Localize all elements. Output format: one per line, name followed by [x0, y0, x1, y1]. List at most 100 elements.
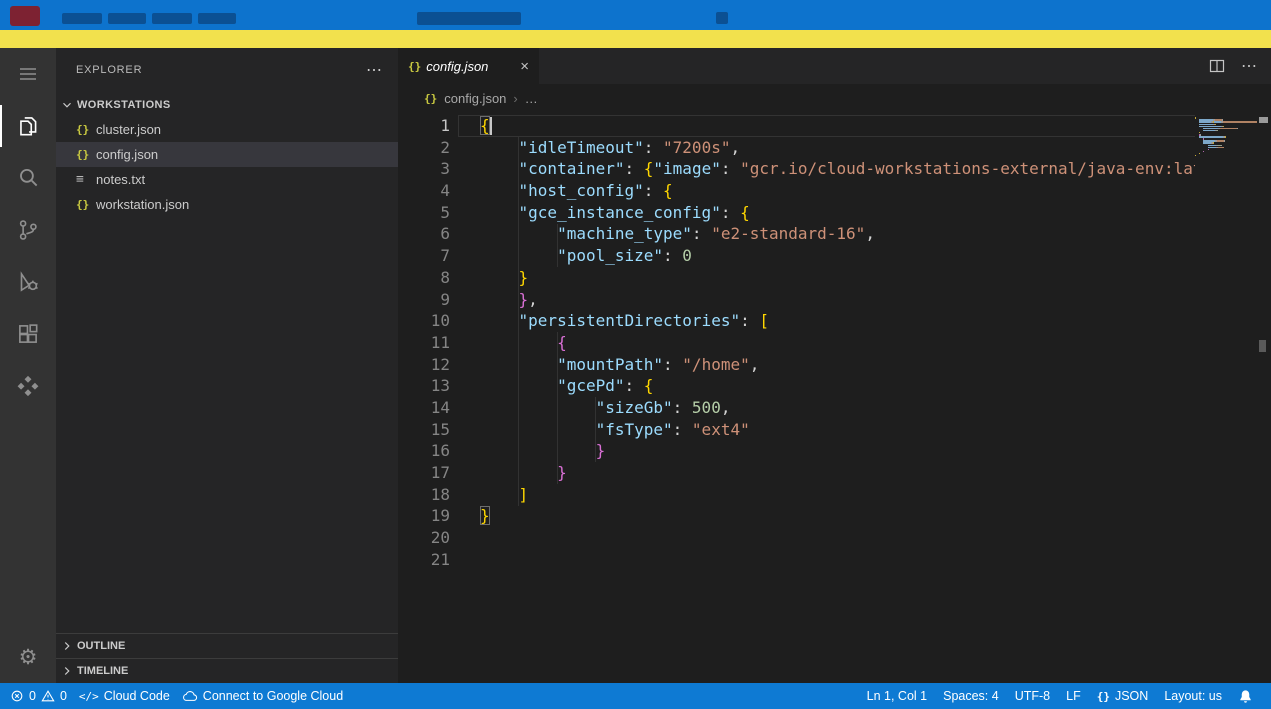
- code-line-1[interactable]: 1{: [398, 115, 1271, 137]
- activity-run-debug-button[interactable]: [0, 256, 56, 308]
- code-text: "gce_instance_config": {: [480, 202, 750, 224]
- code-line-16[interactable]: 16 }: [398, 440, 1271, 462]
- section-outline[interactable]: OUTLINE: [56, 633, 398, 658]
- titlebar-menu-text-illegible: [108, 13, 146, 24]
- activity-extensions-button[interactable]: [0, 308, 56, 360]
- activity-search-button[interactable]: [0, 152, 56, 204]
- language-mode[interactable]: {} JSON: [1089, 683, 1157, 709]
- json-file-icon: {}: [76, 198, 94, 211]
- connect-google-cloud-button[interactable]: Connect to Google Cloud: [176, 683, 349, 709]
- json-file-icon: {}: [424, 92, 437, 105]
- explorer-file-cluster.json[interactable]: {}cluster.json: [56, 117, 398, 142]
- line-number[interactable]: 16: [398, 440, 450, 462]
- line-number[interactable]: 18: [398, 484, 450, 506]
- json-file-icon: {}: [408, 60, 421, 73]
- line-number[interactable]: 6: [398, 223, 450, 245]
- cursor-position[interactable]: Ln 1, Col 1: [859, 683, 935, 709]
- editor-more-actions-icon[interactable]: ⋯: [1241, 56, 1257, 76]
- split-editor-icon[interactable]: [1209, 58, 1225, 74]
- code-line-9[interactable]: 9 },: [398, 289, 1271, 311]
- breadcrumb-more[interactable]: …: [525, 91, 538, 106]
- line-number[interactable]: 3: [398, 158, 450, 180]
- code-line-14[interactable]: 14 "sizeGb": 500,: [398, 397, 1271, 419]
- line-number[interactable]: 11: [398, 332, 450, 354]
- overview-cursor-mark: [1259, 117, 1268, 123]
- explorer-file-notes.txt[interactable]: ≡notes.txt: [56, 167, 398, 192]
- minimap[interactable]: [1195, 112, 1257, 683]
- error-icon: [10, 689, 24, 703]
- code-line-5[interactable]: 5 "gce_instance_config": {: [398, 202, 1271, 224]
- encoding-setting[interactable]: UTF-8: [1007, 683, 1058, 709]
- code-line-10[interactable]: 10 "persistentDirectories": [: [398, 310, 1271, 332]
- line-number[interactable]: 14: [398, 397, 450, 419]
- code-text: "gcePd": {: [480, 375, 653, 397]
- code-line-13[interactable]: 13 "gcePd": {: [398, 375, 1271, 397]
- overview-ruler[interactable]: [1257, 112, 1271, 683]
- explorer-file-workstation.json[interactable]: {}workstation.json: [56, 192, 398, 217]
- titlebar-title-text-illegible: [417, 12, 521, 25]
- tab-config-json[interactable]: {} config.json ×: [398, 48, 539, 84]
- code-line-19[interactable]: 19}: [398, 505, 1271, 527]
- code-text: "persistentDirectories": [: [480, 310, 769, 332]
- line-number[interactable]: 2: [398, 137, 450, 159]
- code-line-8[interactable]: 8 }: [398, 267, 1271, 289]
- line-number[interactable]: 12: [398, 354, 450, 376]
- code-line-3[interactable]: 3 "container": {"image": "gcr.io/cloud-w…: [398, 158, 1271, 180]
- code-editor[interactable]: 1{2 "idleTimeout": "7200s",3 "container"…: [398, 112, 1271, 683]
- line-number[interactable]: 21: [398, 549, 450, 571]
- yellow-banner: [0, 30, 1271, 48]
- connect-label: Connect to Google Cloud: [203, 689, 343, 703]
- line-number[interactable]: 19: [398, 505, 450, 527]
- code-line-12[interactable]: 12 "mountPath": "/home",: [398, 354, 1271, 376]
- keyboard-layout[interactable]: Layout: us: [1156, 683, 1230, 709]
- line-number[interactable]: 7: [398, 245, 450, 267]
- line-number[interactable]: 15: [398, 419, 450, 441]
- code-text: "host_config": {: [480, 180, 673, 202]
- code-line-21[interactable]: 21: [398, 549, 1271, 571]
- cloud-code-label: Cloud Code: [104, 689, 170, 703]
- code-line-17[interactable]: 17 }: [398, 462, 1271, 484]
- code-text: "idleTimeout": "7200s",: [480, 137, 740, 159]
- notifications-button[interactable]: [1230, 683, 1261, 709]
- cloud-code-button[interactable]: </> Cloud Code: [73, 683, 176, 709]
- line-number[interactable]: 9: [398, 289, 450, 311]
- eol-setting[interactable]: LF: [1058, 683, 1089, 709]
- problems-indicator[interactable]: 0 0: [4, 683, 73, 709]
- activity-cloud-code-button[interactable]: [0, 360, 56, 412]
- settings-button[interactable]: ⚙: [0, 631, 56, 683]
- indent-guide: [595, 397, 596, 462]
- section-workstations[interactable]: WORKSTATIONS: [56, 92, 398, 117]
- code-line-2[interactable]: 2 "idleTimeout": "7200s",: [398, 137, 1271, 159]
- indent-guide: [557, 224, 558, 267]
- code-line-15[interactable]: 15 "fsType": "ext4": [398, 419, 1271, 441]
- line-number[interactable]: 8: [398, 267, 450, 289]
- code-line-11[interactable]: 11 {: [398, 332, 1271, 354]
- code-line-18[interactable]: 18 ]: [398, 484, 1271, 506]
- section-timeline[interactable]: TIMELINE: [56, 658, 398, 683]
- line-number[interactable]: 20: [398, 527, 450, 549]
- close-tab-icon[interactable]: ×: [520, 58, 529, 75]
- line-number[interactable]: 1: [398, 115, 450, 137]
- code-line-4[interactable]: 4 "host_config": {: [398, 180, 1271, 202]
- line-number[interactable]: 5: [398, 202, 450, 224]
- line-number[interactable]: 13: [398, 375, 450, 397]
- breadcrumb-file[interactable]: config.json: [444, 91, 506, 106]
- status-bar: 0 0 </> Cloud Code Connect to Google Clo…: [0, 683, 1271, 709]
- line-number[interactable]: 4: [398, 180, 450, 202]
- code-line-20[interactable]: 20: [398, 527, 1271, 549]
- line-number[interactable]: 10: [398, 310, 450, 332]
- breadcrumb[interactable]: {} config.json › …: [398, 84, 1271, 112]
- explorer-file-config.json[interactable]: {}config.json: [56, 142, 398, 167]
- more-actions-icon[interactable]: ⋯: [366, 60, 382, 80]
- overview-mark: [1259, 340, 1266, 352]
- code-line-7[interactable]: 7 "pool_size": 0: [398, 245, 1271, 267]
- line-number[interactable]: 17: [398, 462, 450, 484]
- indentation-setting[interactable]: Spaces: 4: [935, 683, 1007, 709]
- menu-button[interactable]: [0, 48, 56, 100]
- activity-source-control-button[interactable]: [0, 204, 56, 256]
- code-text: {: [480, 115, 492, 137]
- explorer-sidebar: EXPLORER ⋯ WORKSTATIONS {}cluster.json{}…: [56, 48, 398, 683]
- activity-explorer-button[interactable]: [0, 100, 56, 152]
- code-line-6[interactable]: 6 "machine_type": "e2-standard-16",: [398, 223, 1271, 245]
- breadcrumb-separator: ›: [513, 91, 517, 106]
